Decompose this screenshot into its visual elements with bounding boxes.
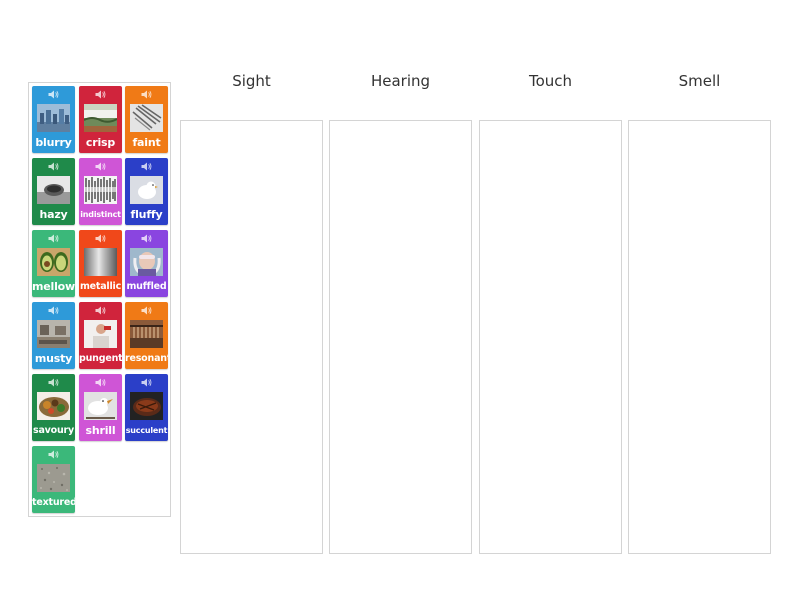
word-card-indistinct[interactable]: indistinct	[79, 158, 122, 225]
card-image	[84, 176, 117, 204]
word-card-metallic[interactable]: metallic	[79, 230, 122, 297]
word-card-succulent[interactable]: succulent	[125, 374, 168, 441]
card-label: savoury	[32, 425, 75, 436]
card-label: fluffy	[130, 208, 163, 221]
word-card-mellow[interactable]: mellow	[32, 230, 75, 297]
card-image	[84, 320, 117, 348]
word-card-blurry[interactable]: blurry	[32, 86, 75, 153]
word-card-crisp[interactable]: crisp	[79, 86, 122, 153]
card-image	[84, 248, 117, 276]
card-label: crisp	[85, 136, 116, 149]
word-card-hazy[interactable]: hazy	[32, 158, 75, 225]
word-card-musty[interactable]: musty	[32, 302, 75, 369]
drop-zone-sight[interactable]	[180, 120, 323, 554]
card-image	[130, 320, 163, 348]
card-image	[37, 464, 70, 492]
drop-zone-hearing[interactable]	[329, 120, 472, 554]
card-label: pungent	[79, 353, 122, 364]
word-card-savoury[interactable]: savoury	[32, 374, 75, 441]
card-image	[37, 176, 70, 204]
word-card-faint[interactable]: faint	[125, 86, 168, 153]
card-image	[130, 104, 163, 132]
column-title-touch: Touch	[528, 72, 573, 90]
speaker-icon[interactable]	[48, 90, 59, 99]
card-image	[84, 392, 117, 420]
speaker-icon[interactable]	[95, 90, 106, 99]
card-image	[130, 392, 163, 420]
card-label: blurry	[35, 136, 72, 149]
card-image	[84, 104, 117, 132]
speaker-icon[interactable]	[48, 162, 59, 171]
word-card-muffled[interactable]: muffled	[125, 230, 168, 297]
card-image	[37, 104, 70, 132]
card-image	[130, 248, 163, 276]
card-label: resonant	[125, 353, 168, 364]
card-label: hazy	[39, 208, 68, 221]
speaker-icon[interactable]	[48, 234, 59, 243]
card-image	[37, 320, 70, 348]
speaker-icon[interactable]	[141, 234, 152, 243]
speaker-icon[interactable]	[95, 306, 106, 315]
word-card-resonant[interactable]: resonant	[125, 302, 168, 369]
drop-zone-touch[interactable]	[479, 120, 622, 554]
card-label: metallic	[79, 281, 122, 292]
column-title-hearing: Hearing	[370, 72, 431, 90]
speaker-icon[interactable]	[48, 378, 59, 387]
word-card-fluffy[interactable]: fluffy	[125, 158, 168, 225]
card-image	[130, 176, 163, 204]
card-label: mellow	[32, 280, 75, 293]
speaker-icon[interactable]	[141, 162, 152, 171]
speaker-icon[interactable]	[141, 306, 152, 315]
column-title-smell: Smell	[678, 72, 721, 90]
word-card-textured[interactable]: textured	[32, 446, 75, 513]
speaker-icon[interactable]	[95, 234, 106, 243]
speaker-icon[interactable]	[141, 90, 152, 99]
card-label: textured	[32, 497, 75, 508]
card-label: shrill	[85, 424, 116, 437]
card-label: succulent	[125, 426, 168, 435]
card-label: faint	[132, 136, 161, 149]
card-label: muffled	[126, 281, 167, 292]
card-image	[37, 248, 70, 276]
speaker-icon[interactable]	[95, 378, 106, 387]
speaker-icon[interactable]	[48, 306, 59, 315]
card-image	[37, 392, 70, 420]
card-label: musty	[34, 352, 73, 365]
drop-zone-smell[interactable]	[628, 120, 771, 554]
word-card-shrill[interactable]: shrill	[79, 374, 122, 441]
column-title-sight: Sight	[232, 72, 271, 90]
card-label: indistinct	[80, 210, 121, 219]
speaker-icon[interactable]	[95, 162, 106, 171]
word-card-pungent[interactable]: pungent	[79, 302, 122, 369]
speaker-icon[interactable]	[141, 378, 152, 387]
speaker-icon[interactable]	[48, 450, 59, 459]
